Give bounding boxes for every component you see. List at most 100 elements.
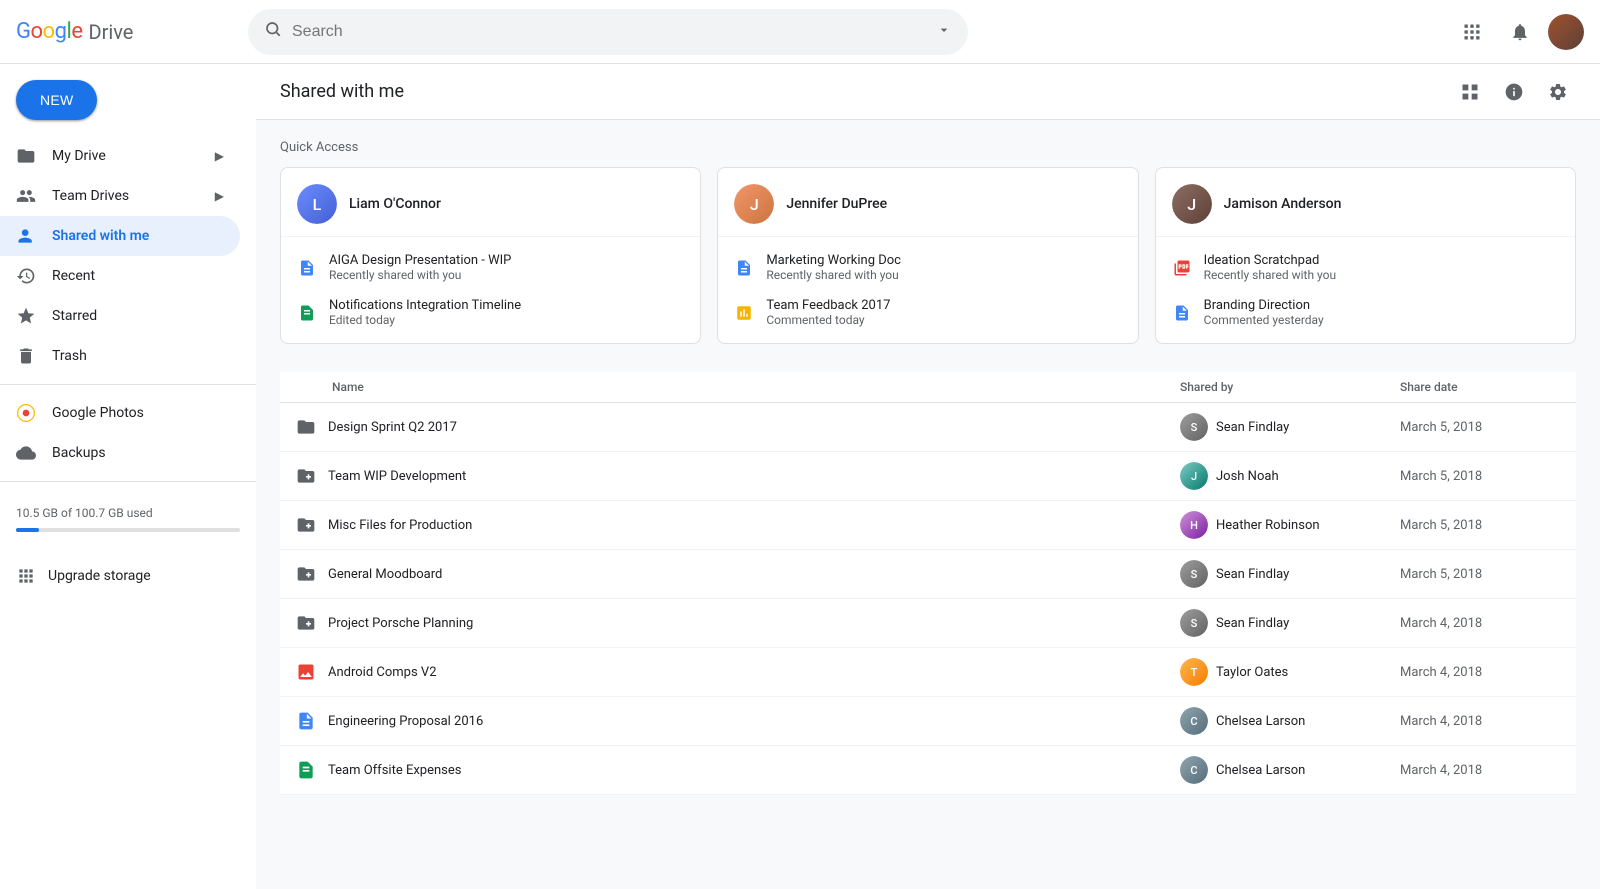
file-meta-2-0: Recently shared with you xyxy=(1204,268,1559,282)
quick-file-1-1[interactable]: Team Feedback 2017 Commented today xyxy=(718,290,1137,335)
main-area: Shared with me Quick Access xyxy=(256,64,1600,889)
google-photos-label: Google Photos xyxy=(52,405,144,421)
image-icon-5 xyxy=(296,662,316,682)
sidebar-item-recent[interactable]: Recent xyxy=(0,256,240,296)
file-info-2-0: Ideation Scratchpad Recently shared with… xyxy=(1204,253,1559,282)
layout: NEW My Drive ▶ Team Drives ▶ xyxy=(0,64,1600,889)
quick-file-0-1[interactable]: Notifications Integration Timeline Edite… xyxy=(281,290,700,335)
search-input[interactable] xyxy=(292,23,926,41)
pdf-icon xyxy=(1172,258,1192,278)
file-row-6[interactable]: Engineering Proposal 2016 C Chelsea Lars… xyxy=(280,697,1576,746)
sidebar-item-shared-with-me[interactable]: Shared with me xyxy=(0,216,240,256)
topbar-right xyxy=(1452,12,1584,52)
file-row-4[interactable]: Project Porsche Planning S Sean Findlay … xyxy=(280,599,1576,648)
file-row-3[interactable]: General Moodboard S Sean Findlay March 5… xyxy=(280,550,1576,599)
file-name-1-1: Team Feedback 2017 xyxy=(766,298,1121,313)
quick-card-files-jennifer: Marketing Working Doc Recently shared wi… xyxy=(718,237,1137,343)
shared-avatar-4: S xyxy=(1180,609,1208,637)
file-name-row-6: Engineering Proposal 2016 xyxy=(328,714,483,729)
search-bar xyxy=(248,9,968,55)
person-avatar-jamison: J xyxy=(1172,184,1212,224)
file-row-2[interactable]: Misc Files for Production H Heather Robi… xyxy=(280,501,1576,550)
col-header-shared: Shared by xyxy=(1180,380,1400,394)
file-row-name-5: Android Comps V2 xyxy=(296,662,1180,682)
starred-label: Starred xyxy=(52,308,97,324)
info-button[interactable] xyxy=(1496,74,1532,110)
apps-grid-button[interactable] xyxy=(1452,12,1492,52)
file-name-2-0: Ideation Scratchpad xyxy=(1204,253,1559,268)
file-row-1[interactable]: Team WIP Development J Josh Noah March 5… xyxy=(280,452,1576,501)
sidebar-item-google-photos[interactable]: Google Photos xyxy=(0,393,240,433)
content-area: Quick Access L Liam O'Connor xyxy=(256,120,1600,815)
shared-folder-icon-1 xyxy=(296,466,316,486)
file-name-2-1: Branding Direction xyxy=(1204,298,1559,313)
recent-label: Recent xyxy=(52,268,95,284)
storage-section: 10.5 GB of 100.7 GB used xyxy=(0,490,256,556)
file-name-row-7: Team Offsite Expenses xyxy=(328,763,461,778)
file-row-date-0: March 5, 2018 xyxy=(1400,420,1560,435)
shared-folder-icon-2 xyxy=(296,515,316,535)
file-row-date-3: March 5, 2018 xyxy=(1400,567,1560,582)
person-avatar-liam: L xyxy=(297,184,337,224)
shared-by-name-4: Sean Findlay xyxy=(1216,616,1289,631)
file-info-2-1: Branding Direction Commented yesterday xyxy=(1204,298,1559,327)
shared-by-name-3: Sean Findlay xyxy=(1216,567,1289,582)
upgrade-storage-button[interactable]: Upgrade storage xyxy=(0,556,256,596)
person-name-liam: Liam O'Connor xyxy=(349,196,441,212)
shared-avatar-3: S xyxy=(1180,560,1208,588)
quick-file-2-1[interactable]: Branding Direction Commented yesterday xyxy=(1156,290,1575,335)
sidebar-item-team-drives[interactable]: Team Drives ▶ xyxy=(0,176,240,216)
quick-card-files-jamison: Ideation Scratchpad Recently shared with… xyxy=(1156,237,1575,343)
doc-icon-1 xyxy=(734,258,754,278)
file-row-7[interactable]: Team Offsite Expenses C Chelsea Larson M… xyxy=(280,746,1576,795)
quick-file-2-0[interactable]: Ideation Scratchpad Recently shared with… xyxy=(1156,245,1575,290)
file-row-shared-4: S Sean Findlay xyxy=(1180,609,1400,637)
file-row-name-6: Engineering Proposal 2016 xyxy=(296,711,1180,731)
my-drive-label: My Drive xyxy=(52,148,106,164)
file-row-name-7: Team Offsite Expenses xyxy=(296,760,1180,780)
doc-icon xyxy=(297,258,317,278)
person-name-jamison: Jamison Anderson xyxy=(1224,196,1342,212)
shared-by-name-7: Chelsea Larson xyxy=(1216,763,1305,778)
sheets-icon-7 xyxy=(296,760,316,780)
file-row-0[interactable]: Design Sprint Q2 2017 S Sean Findlay Mar… xyxy=(280,403,1576,452)
quick-file-0-0[interactable]: AIGA Design Presentation - WIP Recently … xyxy=(281,245,700,290)
quick-access-title: Quick Access xyxy=(280,140,1576,155)
settings-button[interactable] xyxy=(1540,74,1576,110)
grid-view-button[interactable] xyxy=(1452,74,1488,110)
backups-icon xyxy=(16,443,36,463)
col-header-date: Share date xyxy=(1400,380,1560,394)
file-row-5[interactable]: Android Comps V2 T Taylor Oates March 4,… xyxy=(280,648,1576,697)
file-info-0-1: Notifications Integration Timeline Edite… xyxy=(329,298,684,327)
file-name-row-5: Android Comps V2 xyxy=(328,665,437,680)
notifications-button[interactable] xyxy=(1500,12,1540,52)
file-row-shared-7: C Chelsea Larson xyxy=(1180,756,1400,784)
shared-by-name-0: Sean Findlay xyxy=(1216,420,1289,435)
file-info-1-1: Team Feedback 2017 Commented today xyxy=(766,298,1121,327)
shared-by-name-5: Taylor Oates xyxy=(1216,665,1288,680)
person-avatar-jennifer: J xyxy=(734,184,774,224)
sheets-icon xyxy=(297,303,317,323)
trash-label: Trash xyxy=(52,348,87,364)
file-row-shared-6: C Chelsea Larson xyxy=(1180,707,1400,735)
file-row-shared-5: T Taylor Oates xyxy=(1180,658,1400,686)
search-dropdown-icon[interactable] xyxy=(936,22,952,41)
person-name-jennifer: Jennifer DuPree xyxy=(786,196,887,212)
quick-card-header-1: J Jennifer DuPree xyxy=(718,168,1137,237)
sidebar-item-backups[interactable]: Backups xyxy=(0,433,240,473)
quick-file-1-0[interactable]: Marketing Working Doc Recently shared wi… xyxy=(718,245,1137,290)
trash-icon xyxy=(16,346,36,366)
team-drives-label: Team Drives xyxy=(52,188,129,204)
new-button[interactable]: NEW xyxy=(16,80,97,120)
sidebar-item-starred[interactable]: Starred xyxy=(0,296,240,336)
google-photos-icon xyxy=(16,403,36,423)
user-avatar[interactable] xyxy=(1548,14,1584,50)
file-row-date-7: March 4, 2018 xyxy=(1400,763,1560,778)
file-row-date-2: March 5, 2018 xyxy=(1400,518,1560,533)
file-row-date-6: March 4, 2018 xyxy=(1400,714,1560,729)
slides-icon xyxy=(734,303,754,323)
backups-label: Backups xyxy=(52,445,106,461)
quick-card-header-0: L Liam O'Connor xyxy=(281,168,700,237)
sidebar-item-trash[interactable]: Trash xyxy=(0,336,240,376)
sidebar-item-my-drive[interactable]: My Drive ▶ xyxy=(0,136,240,176)
